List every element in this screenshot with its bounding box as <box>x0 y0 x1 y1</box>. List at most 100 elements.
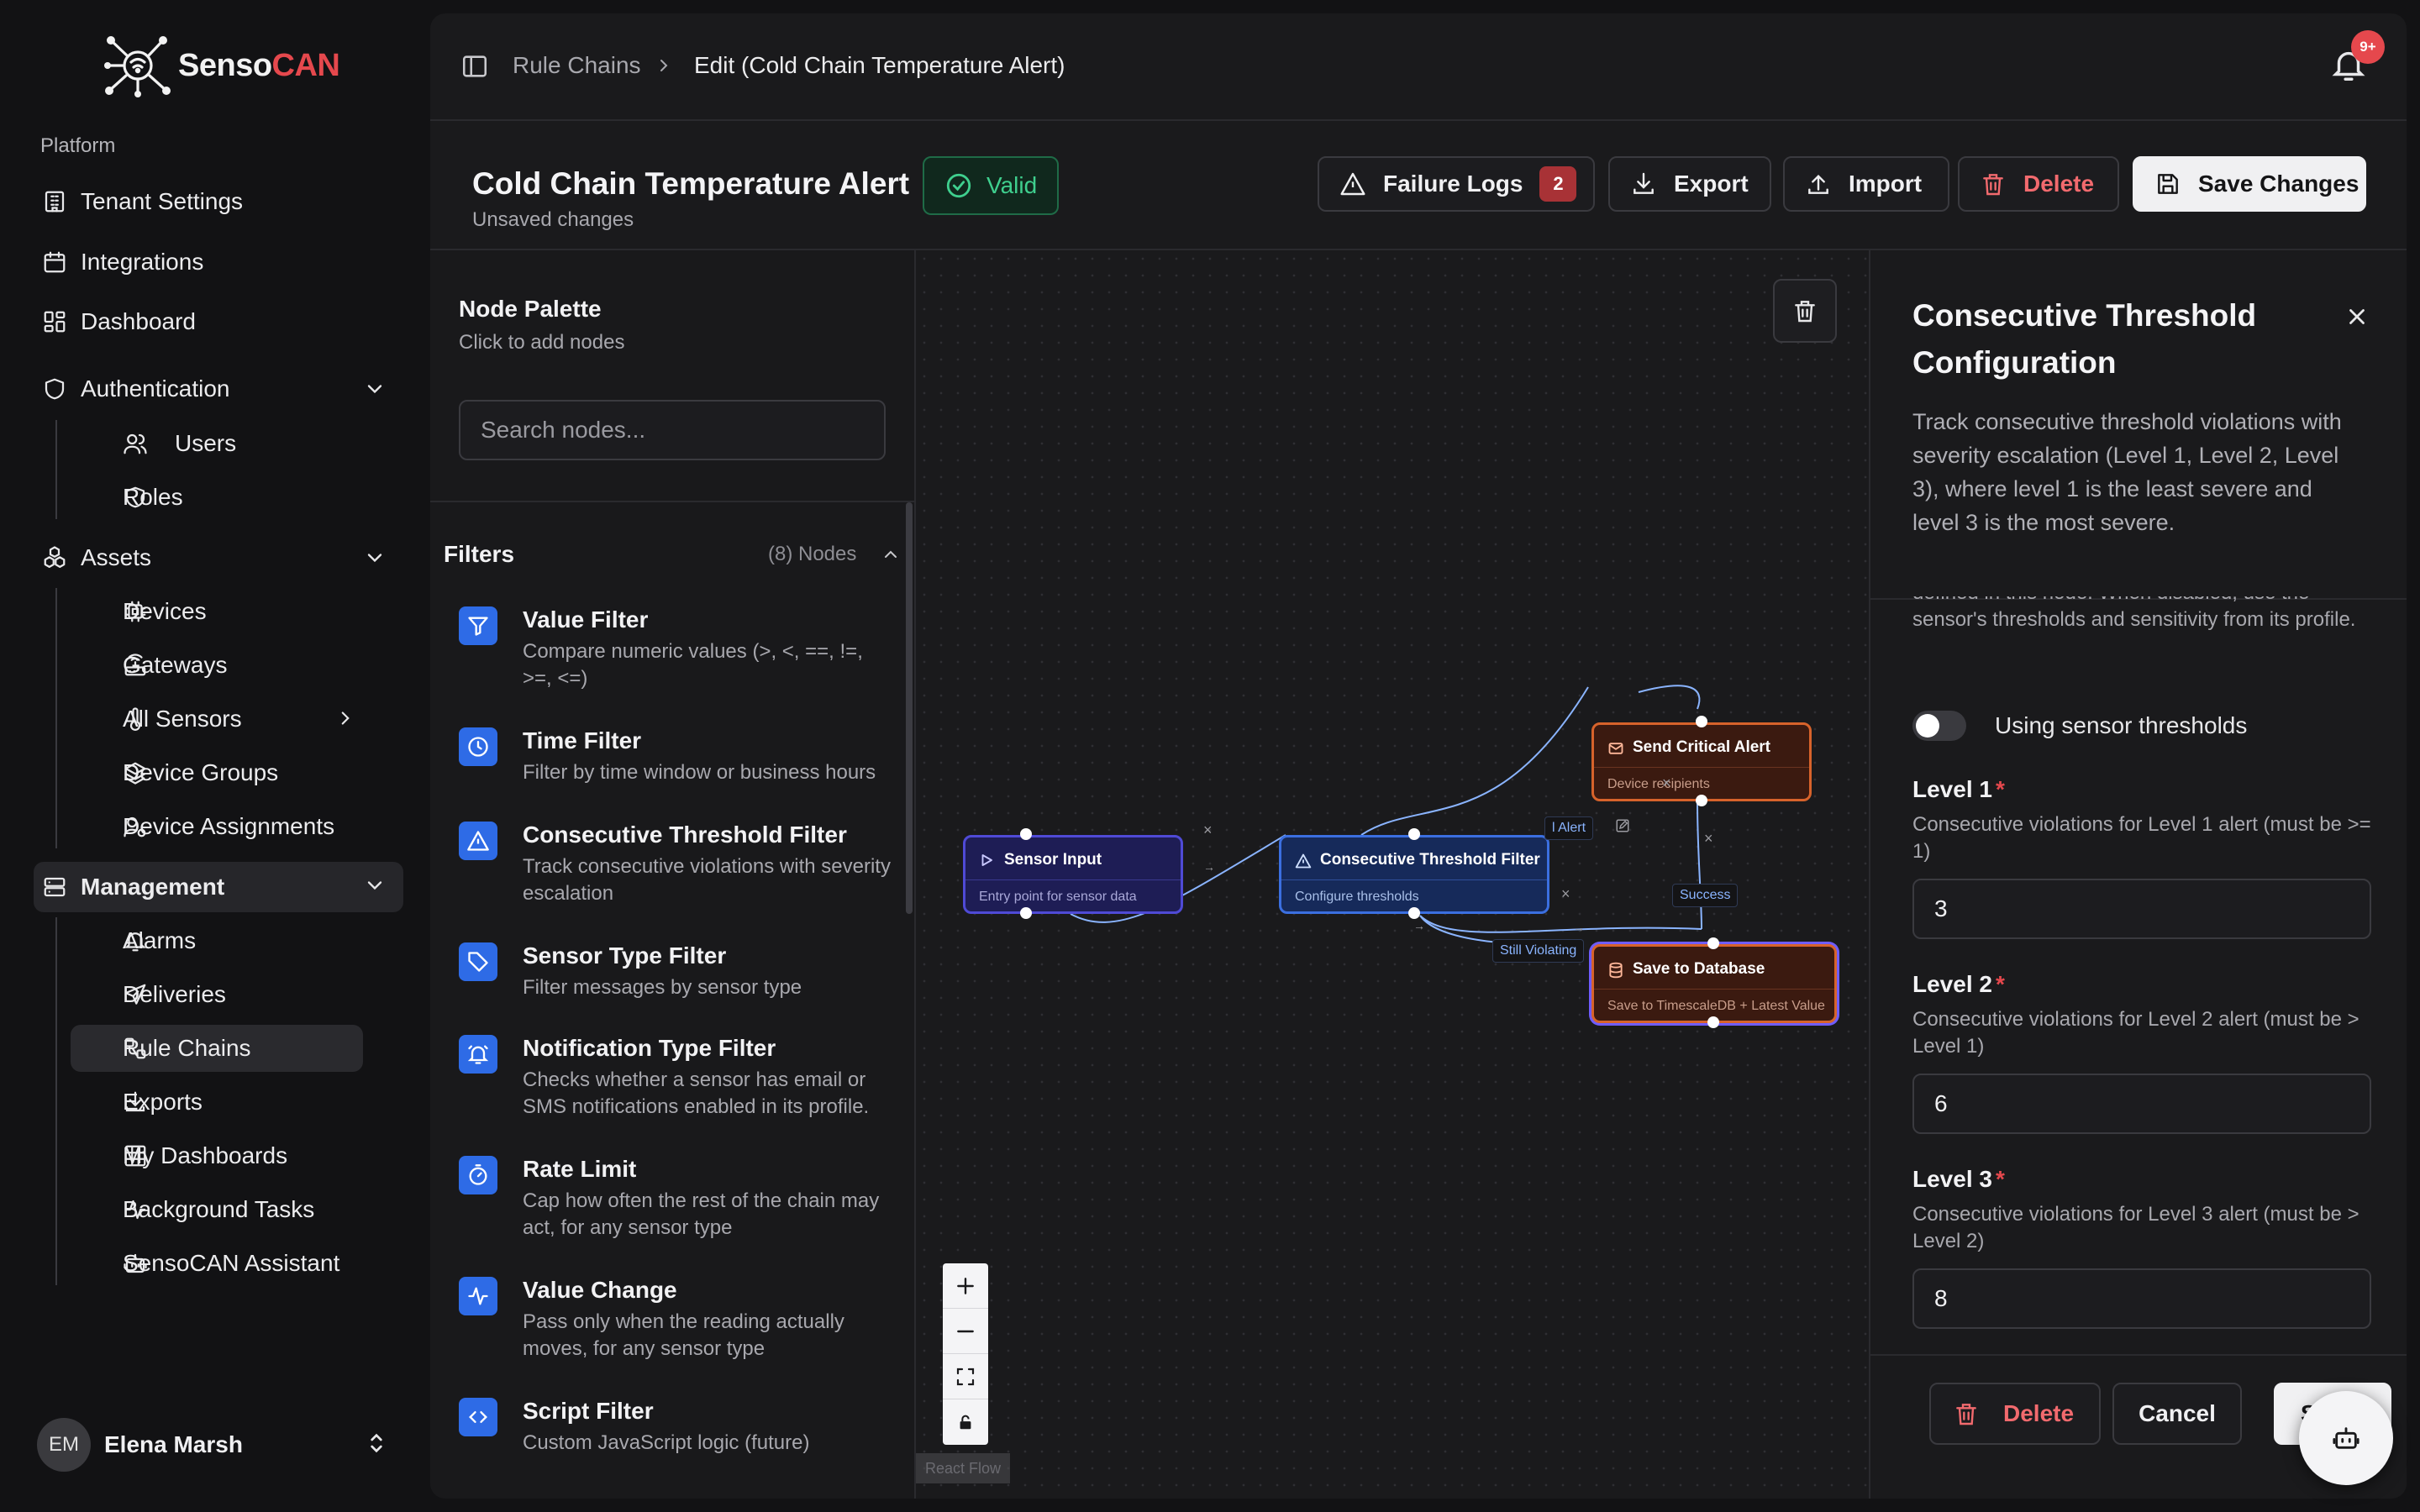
react-flow-attribution[interactable]: React Flow <box>916 1453 1010 1483</box>
search-nodes-input[interactable] <box>459 400 886 460</box>
lock-button[interactable] <box>943 1399 988 1445</box>
sidebar-item-all-sensors[interactable]: All Sensors <box>71 696 363 743</box>
edge-threshold-to-alert <box>1360 686 1589 836</box>
zoom-in-button[interactable] <box>943 1263 988 1309</box>
sidebar-item-dashboard[interactable]: Dashboard <box>34 298 403 345</box>
import-button[interactable]: Import <box>1783 156 1949 212</box>
remove-edge-icon[interactable]: × <box>1203 822 1213 839</box>
level-3-input[interactable] <box>1912 1268 2371 1329</box>
edge-label-still-violating[interactable]: Still Violating <box>1492 939 1585 963</box>
failure-logs-button[interactable]: Failure Logs 2 <box>1318 156 1595 212</box>
platform-section-label: Platform <box>40 134 116 157</box>
sidebar-item-authentication[interactable]: Authentication <box>34 365 403 412</box>
palette-subtitle: Click to add nodes <box>459 331 625 354</box>
node-handle[interactable] <box>1020 907 1032 919</box>
sidebar-item-management[interactable]: Management <box>34 862 403 912</box>
remove-edge-icon[interactable]: × <box>1662 774 1671 792</box>
brand-name: SensoCAN <box>178 47 340 83</box>
sidebar-item-label: Device Groups <box>123 759 279 785</box>
sidebar-item-gateways[interactable]: Gateways <box>71 642 363 689</box>
node-handle[interactable] <box>1408 828 1420 840</box>
sidebar-item-label: Management <box>81 874 225 900</box>
node-handle[interactable] <box>1707 937 1719 949</box>
flow-canvas[interactable]: Sensor Input Entry point for sensor data… <box>916 250 1869 1499</box>
remove-edge-icon[interactable]: × <box>1561 885 1570 903</box>
assistant-chat-button[interactable] <box>2299 1391 2393 1485</box>
delete-node-button[interactable]: Delete <box>1929 1383 2101 1445</box>
sidebar: SensoCAN Platform Tenant Settings Integr… <box>0 0 430 1512</box>
edit-edge-icon[interactable] <box>1615 818 1630 833</box>
node-handle[interactable] <box>1020 828 1032 840</box>
delete-rule-chain-button[interactable]: Delete <box>1958 156 2119 212</box>
clock-icon <box>459 727 497 766</box>
filters-section-header[interactable]: Filters (8) Nodes <box>444 533 897 575</box>
node-handle[interactable] <box>1696 795 1707 806</box>
edge-label-alert[interactable]: l Alert <box>1544 816 1594 840</box>
node-desc: Device recipients <box>1607 777 1710 791</box>
play-icon <box>979 853 994 868</box>
server-icon <box>40 873 69 901</box>
filter-icon <box>459 606 497 645</box>
sidebar-item-device-groups[interactable]: Device Groups <box>71 749 363 796</box>
user-menu[interactable]: EM Elena Marsh <box>37 1418 390 1472</box>
node-desc: Configure thresholds <box>1295 890 1419 904</box>
edge-arrow-icon: → <box>1413 919 1425 932</box>
remove-edge-icon[interactable]: × <box>1704 830 1713 848</box>
sidebar-item-my-dashboards[interactable]: My Dashboards <box>71 1132 363 1179</box>
edge-label-success[interactable]: Success <box>1672 884 1739 907</box>
sidebar-item-assets[interactable]: Assets <box>34 534 403 581</box>
export-button[interactable]: Export <box>1608 156 1771 212</box>
sensor-thresholds-toggle[interactable] <box>1912 711 1966 741</box>
sidebar-item-device-assignments[interactable]: Device Assignments <box>71 803 363 850</box>
node-consecutive-threshold-filter[interactable]: Consecutive Threshold Filter Configure t… <box>1279 835 1549 914</box>
node-sensor-input[interactable]: Sensor Input Entry point for sensor data <box>963 835 1183 914</box>
sidebar-item-label: Rule Chains <box>123 1035 251 1061</box>
breadcrumb-rule-chains[interactable]: Rule Chains <box>513 52 641 79</box>
sidebar-item-label: SensoCAN Assistant <box>123 1250 340 1276</box>
sensocan-logo-icon <box>103 34 173 97</box>
node-handle[interactable] <box>1408 907 1420 919</box>
sidebar-item-sensocan-assistant[interactable]: SensoCAN Assistant <box>71 1240 363 1287</box>
sidebar-item-roles[interactable]: Roles <box>71 474 363 521</box>
sidebar-item-users[interactable]: Users <box>71 420 363 467</box>
node-title: Consecutive Threshold Filter <box>1320 851 1540 869</box>
upload-icon <box>1805 171 1832 197</box>
sidebar-item-integrations[interactable]: Integrations <box>34 239 403 286</box>
sidebar-item-tenant-settings[interactable]: Tenant Settings <box>34 178 403 225</box>
level-2-label: Level 2 * <box>1912 971 2005 997</box>
sidebar-item-alarms[interactable]: Alarms <box>71 917 363 964</box>
calendar-icon <box>40 248 69 276</box>
sub-nav-line <box>55 588 57 848</box>
palette-scrollbar[interactable] <box>906 502 913 914</box>
sidebar-item-background-tasks[interactable]: Background Tasks <box>71 1186 363 1233</box>
zoom-out-button[interactable] <box>943 1309 988 1354</box>
node-handle[interactable] <box>1707 1016 1719 1028</box>
cancel-button[interactable]: Cancel <box>2112 1383 2242 1445</box>
edge-threshold-to-db <box>1419 915 1702 933</box>
node-save-to-database[interactable]: Save to Database Save to TimescaleDB + L… <box>1591 944 1837 1023</box>
main-panel: Rule Chains Edit (Cold Chain Temperature… <box>430 13 2407 1499</box>
sidebar-item-label: Device Assignments <box>123 813 335 839</box>
chevron-right-icon <box>334 707 356 729</box>
sidebar-item-deliveries[interactable]: Deliveries <box>71 971 363 1018</box>
node-title: Save to Database <box>1633 960 1765 978</box>
edge-arrow-icon: → <box>1573 921 1585 934</box>
sidebar-item-exports[interactable]: Exports <box>71 1079 363 1126</box>
brand-logo[interactable]: SensoCAN <box>103 34 340 97</box>
close-icon[interactable] <box>2344 304 2370 329</box>
level-2-input[interactable] <box>1912 1074 2371 1134</box>
save-changes-button[interactable]: Save Changes <box>2133 156 2366 212</box>
node-separator <box>1594 767 1809 768</box>
failure-logs-label: Failure Logs <box>1383 171 1523 197</box>
node-handle[interactable] <box>1696 716 1707 727</box>
sidebar-toggle-icon[interactable] <box>460 52 489 81</box>
sidebar-item-rule-chains[interactable]: Rule Chains <box>71 1025 363 1072</box>
dashboard-grid-icon <box>40 307 69 336</box>
toggle-knob <box>1916 714 1939 738</box>
warning-icon <box>1339 171 1366 197</box>
node-send-critical-alert[interactable]: Send Critical Alert Device recipients <box>1591 722 1812 801</box>
level-1-input[interactable] <box>1912 879 2371 939</box>
fit-view-button[interactable] <box>943 1354 988 1399</box>
chevron-up-icon <box>881 544 901 564</box>
sidebar-item-devices[interactable]: Devices <box>71 588 363 635</box>
